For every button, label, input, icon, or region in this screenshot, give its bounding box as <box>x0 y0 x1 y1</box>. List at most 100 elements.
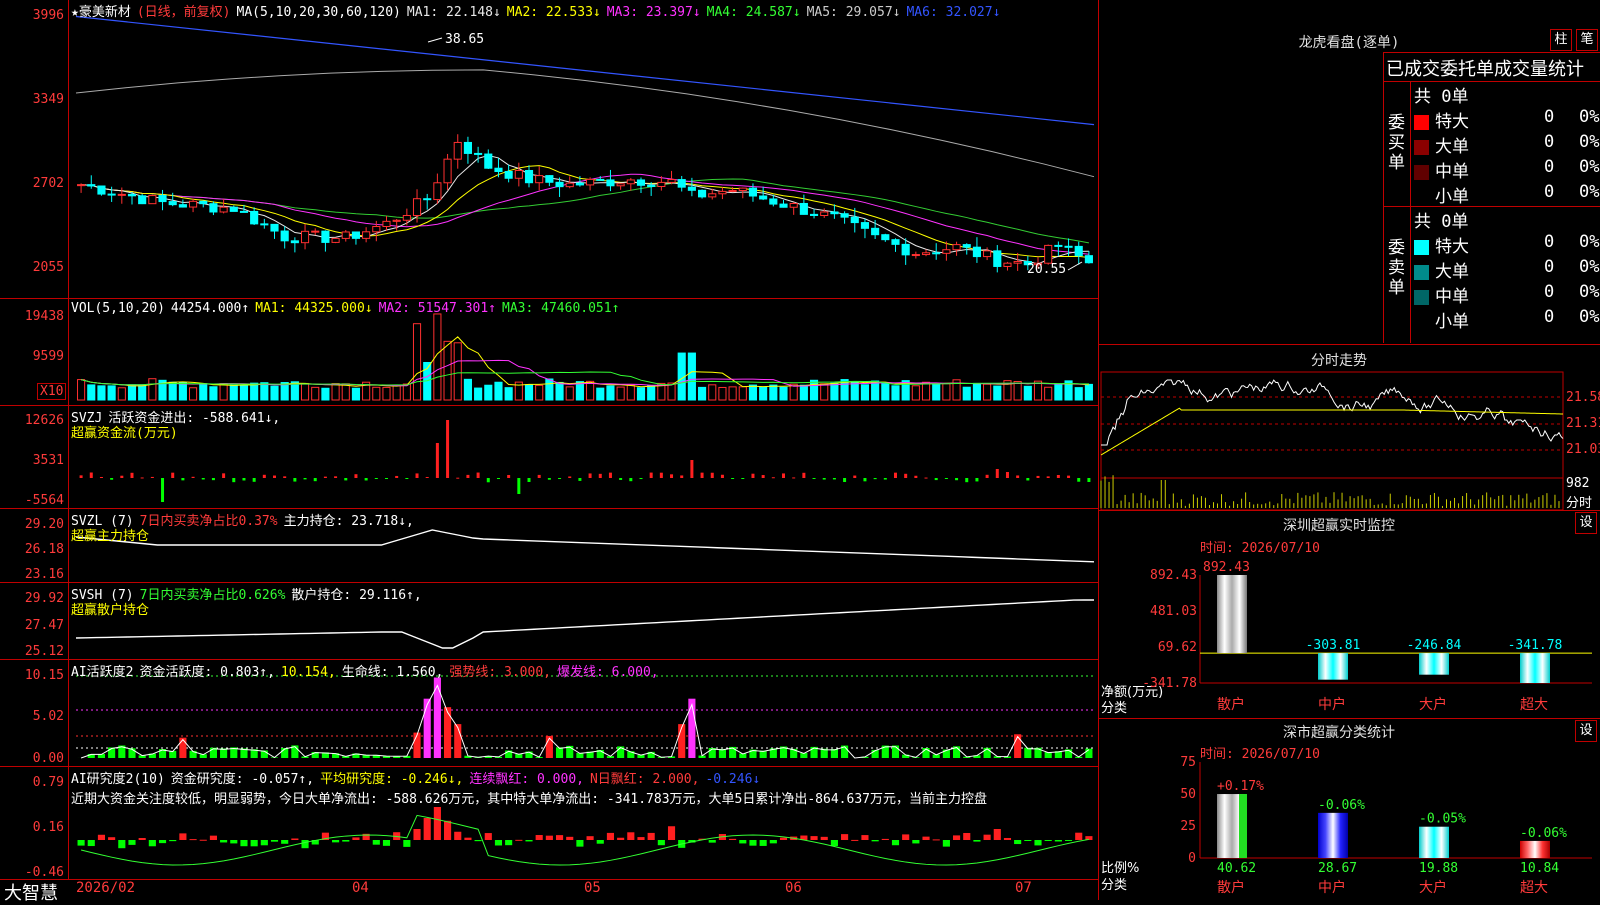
research-bar <box>159 840 166 843</box>
bar-mode-button[interactable]: 柱 <box>1550 29 1572 51</box>
candle-body <box>943 250 950 254</box>
vol-bar <box>393 385 400 400</box>
research-bar <box>770 840 777 843</box>
flow-bar <box>680 475 683 478</box>
row-name: 特大 <box>1435 237 1469 257</box>
classify-bar <box>1217 794 1247 858</box>
vol-ma2: MA2: 51547.301↑ <box>379 301 496 316</box>
row-pct: 0% <box>1579 232 1599 252</box>
intraday-avg-line <box>1101 408 1563 455</box>
candle-body <box>363 232 370 239</box>
candle-body <box>230 207 237 211</box>
vol-bar <box>169 382 176 400</box>
candle-body <box>78 185 85 186</box>
research-bar <box>525 840 532 841</box>
svzj-y-label-0: 12626 <box>0 413 64 428</box>
research-bar <box>342 840 349 842</box>
flow-bar <box>884 478 887 480</box>
stock-star-icon[interactable]: ★ <box>71 5 79 20</box>
ai2-y-label-2: -0.46 <box>0 865 64 880</box>
svzj-y-label-1: 3531 <box>0 453 64 468</box>
ai1-d: 强势线: 3.000, <box>449 665 551 680</box>
classify-cat-label: 大户 <box>1419 879 1447 896</box>
activity-line <box>81 686 1089 758</box>
vol-x10-badge[interactable]: X10 <box>37 383 66 400</box>
candle-body <box>963 245 970 248</box>
flow-bar <box>110 478 113 480</box>
research-bar <box>1075 833 1082 840</box>
row-pct: 0% <box>1579 107 1599 127</box>
vol-bar <box>352 388 359 400</box>
ma-values: MA1: 22.148↓MA2: 22.533↓MA3: 23.397↓MA4:… <box>407 5 1007 20</box>
research-bar <box>668 826 675 840</box>
vol-header: VOL(5,10,20)44254.000↑MA1: 44325.000↓MA2… <box>71 301 625 316</box>
flow-bar <box>823 478 826 480</box>
monitor-unit2: 分类 <box>1101 697 1127 716</box>
vol-bar <box>495 382 502 400</box>
monitor-bar <box>1419 653 1449 675</box>
svzl-hold: 主力持仓: 23.718↓, <box>284 514 414 529</box>
monitor-bar <box>1318 653 1348 680</box>
period-label[interactable]: (日线，前复权) <box>137 5 231 20</box>
tick-mode-button[interactable]: 笔 <box>1576 29 1598 51</box>
monitor-time: 时间: 2026/07/10 <box>1200 537 1320 556</box>
vol-y-label-0: 19438 <box>0 309 64 324</box>
flow-bar <box>528 478 531 482</box>
vol-bar <box>485 385 492 400</box>
vol-bar <box>617 387 624 400</box>
candle-body <box>413 199 420 216</box>
classify-settings-button[interactable]: 设 <box>1575 720 1597 742</box>
candle-body <box>831 212 838 214</box>
research-bar <box>78 840 85 846</box>
flow-bar <box>212 478 215 480</box>
research-bar <box>464 838 471 840</box>
monitor-bar <box>1520 653 1550 683</box>
activity-bar <box>556 747 563 758</box>
kline-header: ★豪美新材(日线，前复权)MA(5,10,20,30,60,120)MA1: 2… <box>71 1 1012 20</box>
vol-bar <box>760 387 767 400</box>
brand-logo[interactable]: 大智慧 <box>4 879 58 905</box>
flow-bar <box>375 478 378 479</box>
flow-bar <box>487 478 490 482</box>
research-bar <box>1055 840 1062 841</box>
row-count: 0 <box>1544 182 1554 202</box>
flow-bar <box>334 476 337 478</box>
kline-y-label-3: 2055 <box>0 260 64 275</box>
monitor-settings-button[interactable]: 设 <box>1575 512 1597 534</box>
candle-body <box>607 180 614 186</box>
row-count: 0 <box>1544 232 1554 252</box>
research-bar <box>922 837 929 840</box>
candle-body <box>658 182 665 186</box>
candle-body <box>434 183 441 200</box>
flow-bar <box>385 478 388 479</box>
vol-bar <box>251 383 258 400</box>
research-bar <box>413 829 420 840</box>
row-name: 特大 <box>1435 112 1469 132</box>
monitor-title: 深圳超赢实时监控 <box>1099 515 1579 535</box>
research-bar <box>424 818 431 840</box>
research-bar <box>872 840 879 841</box>
research-bar <box>230 840 237 843</box>
candle-body <box>393 220 400 221</box>
research-bar <box>963 833 970 840</box>
flow-bar <box>151 477 154 478</box>
flow-bar <box>925 478 928 479</box>
classify-delta-label: -0.05% <box>1419 812 1466 827</box>
vol-ma1: MA1: 44325.000↓ <box>255 301 372 316</box>
row-pct: 0% <box>1579 307 1599 327</box>
candle-body <box>261 224 268 225</box>
research-bar <box>220 840 227 842</box>
candle-body <box>546 176 553 183</box>
vol-bar <box>546 379 553 400</box>
candle-body <box>352 232 359 238</box>
longhu-row: 中单00% <box>1414 282 1469 307</box>
main-chart-canvas[interactable] <box>0 0 1098 900</box>
flow-bar <box>344 478 347 480</box>
flow-bar <box>863 478 866 481</box>
ma-value-3: MA3: 23.397↓ <box>607 5 701 20</box>
candle-body <box>1014 262 1021 264</box>
vol-bar <box>179 383 186 400</box>
candle-body <box>464 142 471 153</box>
candle-body <box>210 204 217 212</box>
research-bar <box>637 837 644 840</box>
